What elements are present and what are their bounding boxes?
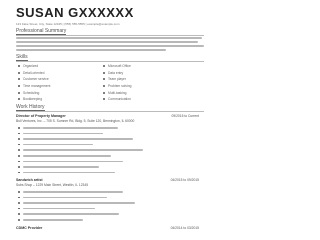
summary-text-line <box>16 37 202 39</box>
job-duty <box>18 170 143 176</box>
skill-item: Scheduling <box>23 90 40 95</box>
bullet-icon <box>103 85 105 88</box>
bullet-icon <box>18 98 20 101</box>
job-title: CDMC Provider <box>16 226 43 230</box>
skill-item: Bookkeeping <box>23 97 43 102</box>
work-heading-label: Work History <box>16 104 45 111</box>
bullet-icon <box>18 218 20 221</box>
summary-text-line <box>16 45 204 47</box>
bullet-icon <box>18 213 20 215</box>
skill-item: Data entry <box>108 70 124 75</box>
bullet-icon <box>103 98 105 101</box>
bullet-icon <box>18 202 20 204</box>
bullet-icon <box>18 191 20 193</box>
job-date: 04/2014 to 03/2015 <box>170 226 199 230</box>
skill-item: Detail-oriented <box>23 70 45 75</box>
skill-row: Time management Problem solving <box>18 83 188 90</box>
bullet-icon <box>103 78 105 81</box>
job-duty <box>18 217 135 223</box>
skill-row: Scheduling Multi-tasking <box>18 89 188 96</box>
resume-name: SUSAN GXXXXXX <box>16 5 134 20</box>
bullet-icon <box>18 166 20 168</box>
summary-text-line <box>16 49 166 51</box>
bullet-icon <box>103 71 105 74</box>
job-title: Director of Property Manager <box>16 114 66 118</box>
job-duties <box>18 125 143 175</box>
summary-heading: Professional Summary <box>16 28 204 36</box>
bullet-icon <box>18 154 20 157</box>
bullet-icon <box>18 65 20 68</box>
skill-item: Multi-tasking <box>108 90 127 95</box>
skills-heading: Skills <box>16 54 204 62</box>
bullet-icon <box>18 171 20 174</box>
bullet-icon <box>18 127 20 129</box>
skill-item: Communication <box>108 97 131 102</box>
summary-heading-label: Professional Summary <box>16 28 67 35</box>
job-date: 09/2015 to Current <box>171 114 200 118</box>
bullet-icon <box>18 149 20 151</box>
bullet-icon <box>18 196 20 199</box>
contact-line: 123 Fake Street, City, State 12345 | (55… <box>16 22 120 26</box>
skills-list: Organized Microsoft Office Detail-orient… <box>18 63 188 103</box>
skill-row: Detail-oriented Data entry <box>18 70 188 77</box>
skill-row: Customer service Team player <box>18 76 188 83</box>
bullet-icon <box>18 207 20 210</box>
resume-page: SUSAN GXXXXXX 123 Fake Street, City, Sta… <box>0 0 211 239</box>
skill-item: Organized <box>23 64 39 69</box>
bullet-icon <box>103 65 105 68</box>
bullet-icon <box>18 85 20 88</box>
job-duties <box>18 189 135 223</box>
skill-item: Microsoft Office <box>108 64 131 69</box>
skill-item: Time management <box>23 84 51 89</box>
bullet-icon <box>18 71 20 74</box>
work-heading: Work History <box>16 104 204 112</box>
bullet-icon <box>18 160 20 163</box>
summary-text-line <box>16 41 198 43</box>
skill-item: Team player <box>108 77 126 82</box>
skill-item: Customer service <box>23 77 49 82</box>
bullet-icon <box>18 143 20 146</box>
bullet-icon <box>103 91 105 94</box>
bullet-icon <box>18 132 20 135</box>
skill-row: Bookkeeping Communication <box>18 96 188 103</box>
bullet-icon <box>18 91 20 94</box>
job-date: 04/2015 to 09/2015 <box>170 178 199 182</box>
job-company: Subs Shop – 1229 Main Street, Westlin, I… <box>16 183 89 187</box>
skills-heading-label: Skills <box>16 54 28 61</box>
skill-row: Organized Microsoft Office <box>18 63 188 70</box>
skill-item: Problem solving <box>108 84 132 89</box>
job-title: Sandwich artist <box>16 178 43 182</box>
bullet-icon <box>18 78 20 81</box>
bullet-icon <box>18 138 20 140</box>
job-company: Bull Ventures, Inc. – 705 S. Sumner Rd, … <box>16 119 135 123</box>
